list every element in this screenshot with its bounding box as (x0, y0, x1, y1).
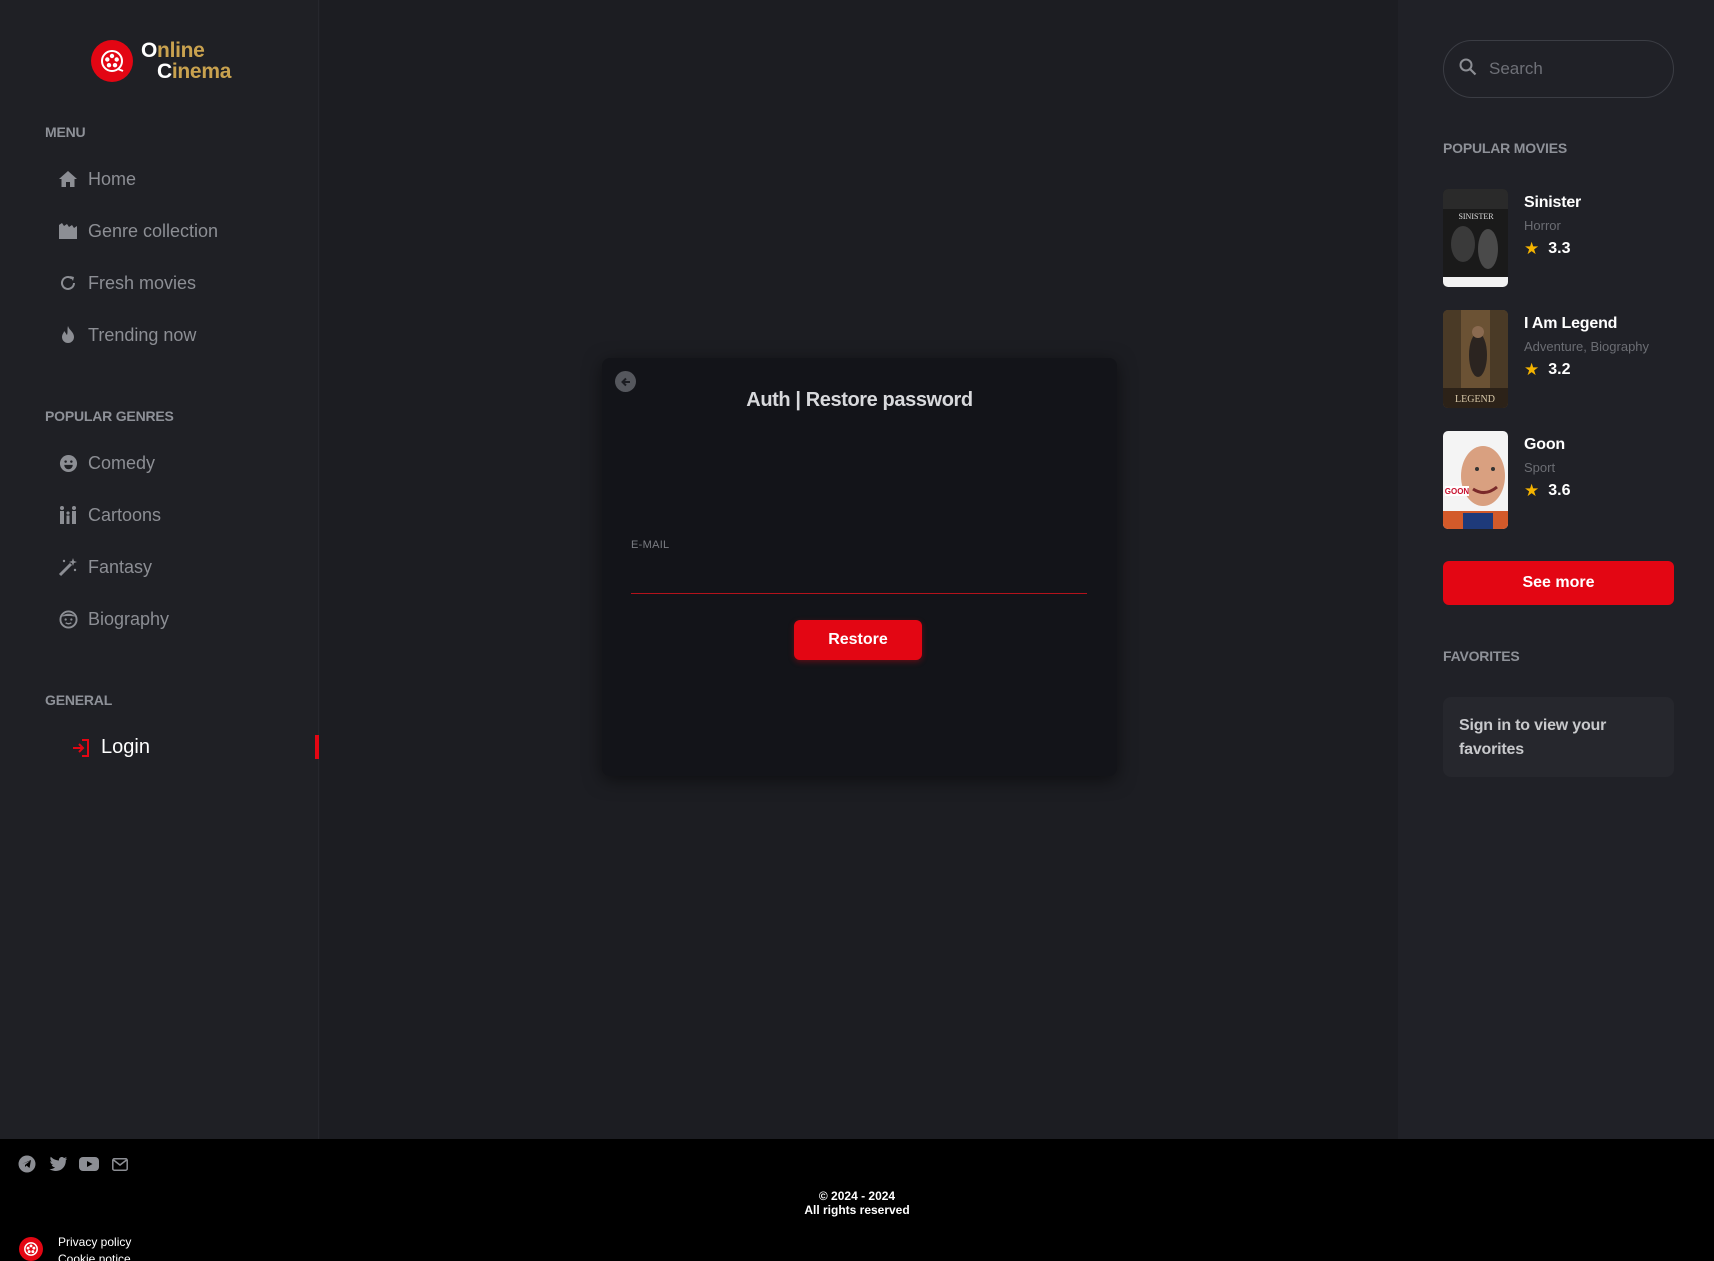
modal-title: Auth | Restore password (746, 389, 973, 411)
sidebar-item-label: Fresh movies (88, 272, 197, 293)
sidebar-item-label: Fantasy (88, 556, 153, 577)
brand-letter: C (157, 60, 172, 83)
sidebar-item-comedy[interactable]: Comedy (57, 452, 155, 474)
copyright-years: © 2024 - 2024 (818, 1189, 896, 1203)
sidebar-item-biography[interactable]: Biography (57, 608, 169, 630)
movie-title: I Am Legend (1524, 315, 1618, 332)
sidebar-item-label: Home (88, 168, 137, 189)
sidebar-item-label: Trending now (88, 324, 197, 345)
brand-word: nline (157, 39, 205, 62)
face-icon (57, 608, 79, 630)
sidebar-item-label: Cartoons (88, 504, 162, 525)
general-title: GENERAL (45, 692, 113, 708)
mail-icon[interactable] (110, 1154, 130, 1174)
brand-logo[interactable]: Online Cinema (91, 40, 231, 82)
movie-title: Sinister (1524, 194, 1582, 211)
family-icon (57, 504, 79, 526)
sidebar-item-fantasy[interactable]: Fantasy (57, 556, 152, 578)
clapperboard-icon (57, 220, 79, 242)
popular-movie-item[interactable]: SINISTER Sinister Horror ★ 3.3 (1443, 189, 1683, 287)
sidebar-item-label: Biography (88, 608, 170, 629)
brand-letter: O (141, 39, 158, 62)
refresh-icon (57, 272, 79, 294)
popular-movies-title: POPULAR MOVIES (1443, 140, 1567, 156)
movie-genre: Sport (1524, 460, 1556, 475)
arrow-left-icon (620, 377, 630, 386)
sidebar-item-label: Login (101, 736, 150, 758)
social-links (17, 1154, 141, 1174)
see-more-button[interactable]: See more (1443, 561, 1674, 605)
search-box[interactable] (1443, 40, 1674, 98)
search-input[interactable] (1489, 59, 1649, 79)
brand-word: inema (171, 60, 232, 83)
sidebar-item-label: Comedy (88, 452, 156, 473)
cookie-notice-link[interactable]: Cookie notice (58, 1251, 131, 1261)
favorites-placeholder: Sign in to view your favorites (1443, 697, 1674, 777)
movie-poster: SINISTER (1443, 189, 1508, 287)
right-sidebar: POPULAR MOVIES SINISTER Sinister Horror … (1398, 0, 1714, 1139)
star-icon: ★ (1524, 481, 1540, 500)
smile-icon (57, 452, 79, 474)
menu-title: MENU (45, 124, 86, 140)
privacy-policy-link[interactable]: Privacy policy (58, 1234, 131, 1251)
popular-genres-title: POPULAR GENRES (45, 408, 174, 424)
left-sidebar: Online Cinema MENU Home Genre collection… (0, 0, 319, 1139)
email-label: E-MAIL (631, 539, 670, 551)
svg-text:GOON: GOON (1445, 487, 1470, 496)
rating-value: 3.6 (1548, 482, 1571, 499)
svg-text:LEGEND: LEGEND (1455, 394, 1495, 405)
film-reel-icon (91, 40, 133, 82)
sidebar-item-genre-collection[interactable]: Genre collection (57, 220, 218, 242)
svg-text:SINISTER: SINISTER (1458, 212, 1494, 221)
twitter-icon[interactable] (48, 1154, 68, 1174)
sidebar-item-fresh-movies[interactable]: Fresh movies (57, 272, 196, 294)
rights-reserved: All rights reserved (804, 1203, 910, 1217)
movie-genre: Adventure, Biography (1524, 339, 1650, 354)
magic-wand-icon (57, 556, 79, 578)
sidebar-item-trending-now[interactable]: Trending now (57, 324, 196, 346)
sidebar-item-label: Genre collection (88, 220, 219, 241)
movie-rating: ★ 3.6 (1524, 481, 1571, 501)
movie-poster: LEGEND (1443, 310, 1508, 408)
sidebar-item-login[interactable]: Login (70, 736, 150, 759)
brand-name: Online Cinema (141, 40, 231, 82)
active-indicator (315, 735, 319, 759)
popular-movie-item[interactable]: GOON Goon Sport ★ 3.6 (1443, 431, 1683, 529)
favorites-title: FAVORITES (1443, 648, 1520, 664)
star-icon: ★ (1524, 239, 1540, 258)
footer-logo-icon[interactable] (19, 1237, 43, 1261)
movie-genre: Horror (1524, 218, 1561, 233)
movie-rating: ★ 3.3 (1524, 239, 1581, 259)
rating-value: 3.3 (1548, 240, 1571, 257)
search-icon (1459, 58, 1477, 81)
home-icon (57, 168, 79, 190)
login-icon (70, 737, 92, 759)
footer: © 2024 - 2024 All rights reserved Privac… (0, 1139, 1714, 1261)
telegram-icon[interactable] (17, 1154, 37, 1174)
email-field[interactable] (631, 558, 1087, 594)
restore-password-modal: Auth | Restore password E-MAIL Restore (602, 358, 1117, 776)
main-content: Auth | Restore password E-MAIL Restore (320, 0, 1398, 1139)
movie-title: Goon (1524, 436, 1565, 453)
footer-links: Privacy policy Cookie notice (58, 1234, 131, 1261)
copyright: © 2024 - 2024 All rights reserved (0, 1189, 1714, 1217)
star-icon: ★ (1524, 360, 1540, 379)
restore-button[interactable]: Restore (794, 620, 922, 660)
popular-movie-item[interactable]: LEGEND I Am Legend Adventure, Biography … (1443, 310, 1683, 408)
rating-value: 3.2 (1548, 361, 1571, 378)
movie-poster: GOON (1443, 431, 1508, 529)
movie-rating: ★ 3.2 (1524, 360, 1649, 380)
fire-icon (57, 324, 79, 346)
sidebar-item-home[interactable]: Home (57, 168, 136, 190)
youtube-icon[interactable] (79, 1154, 99, 1174)
sidebar-item-cartoons[interactable]: Cartoons (57, 504, 161, 526)
